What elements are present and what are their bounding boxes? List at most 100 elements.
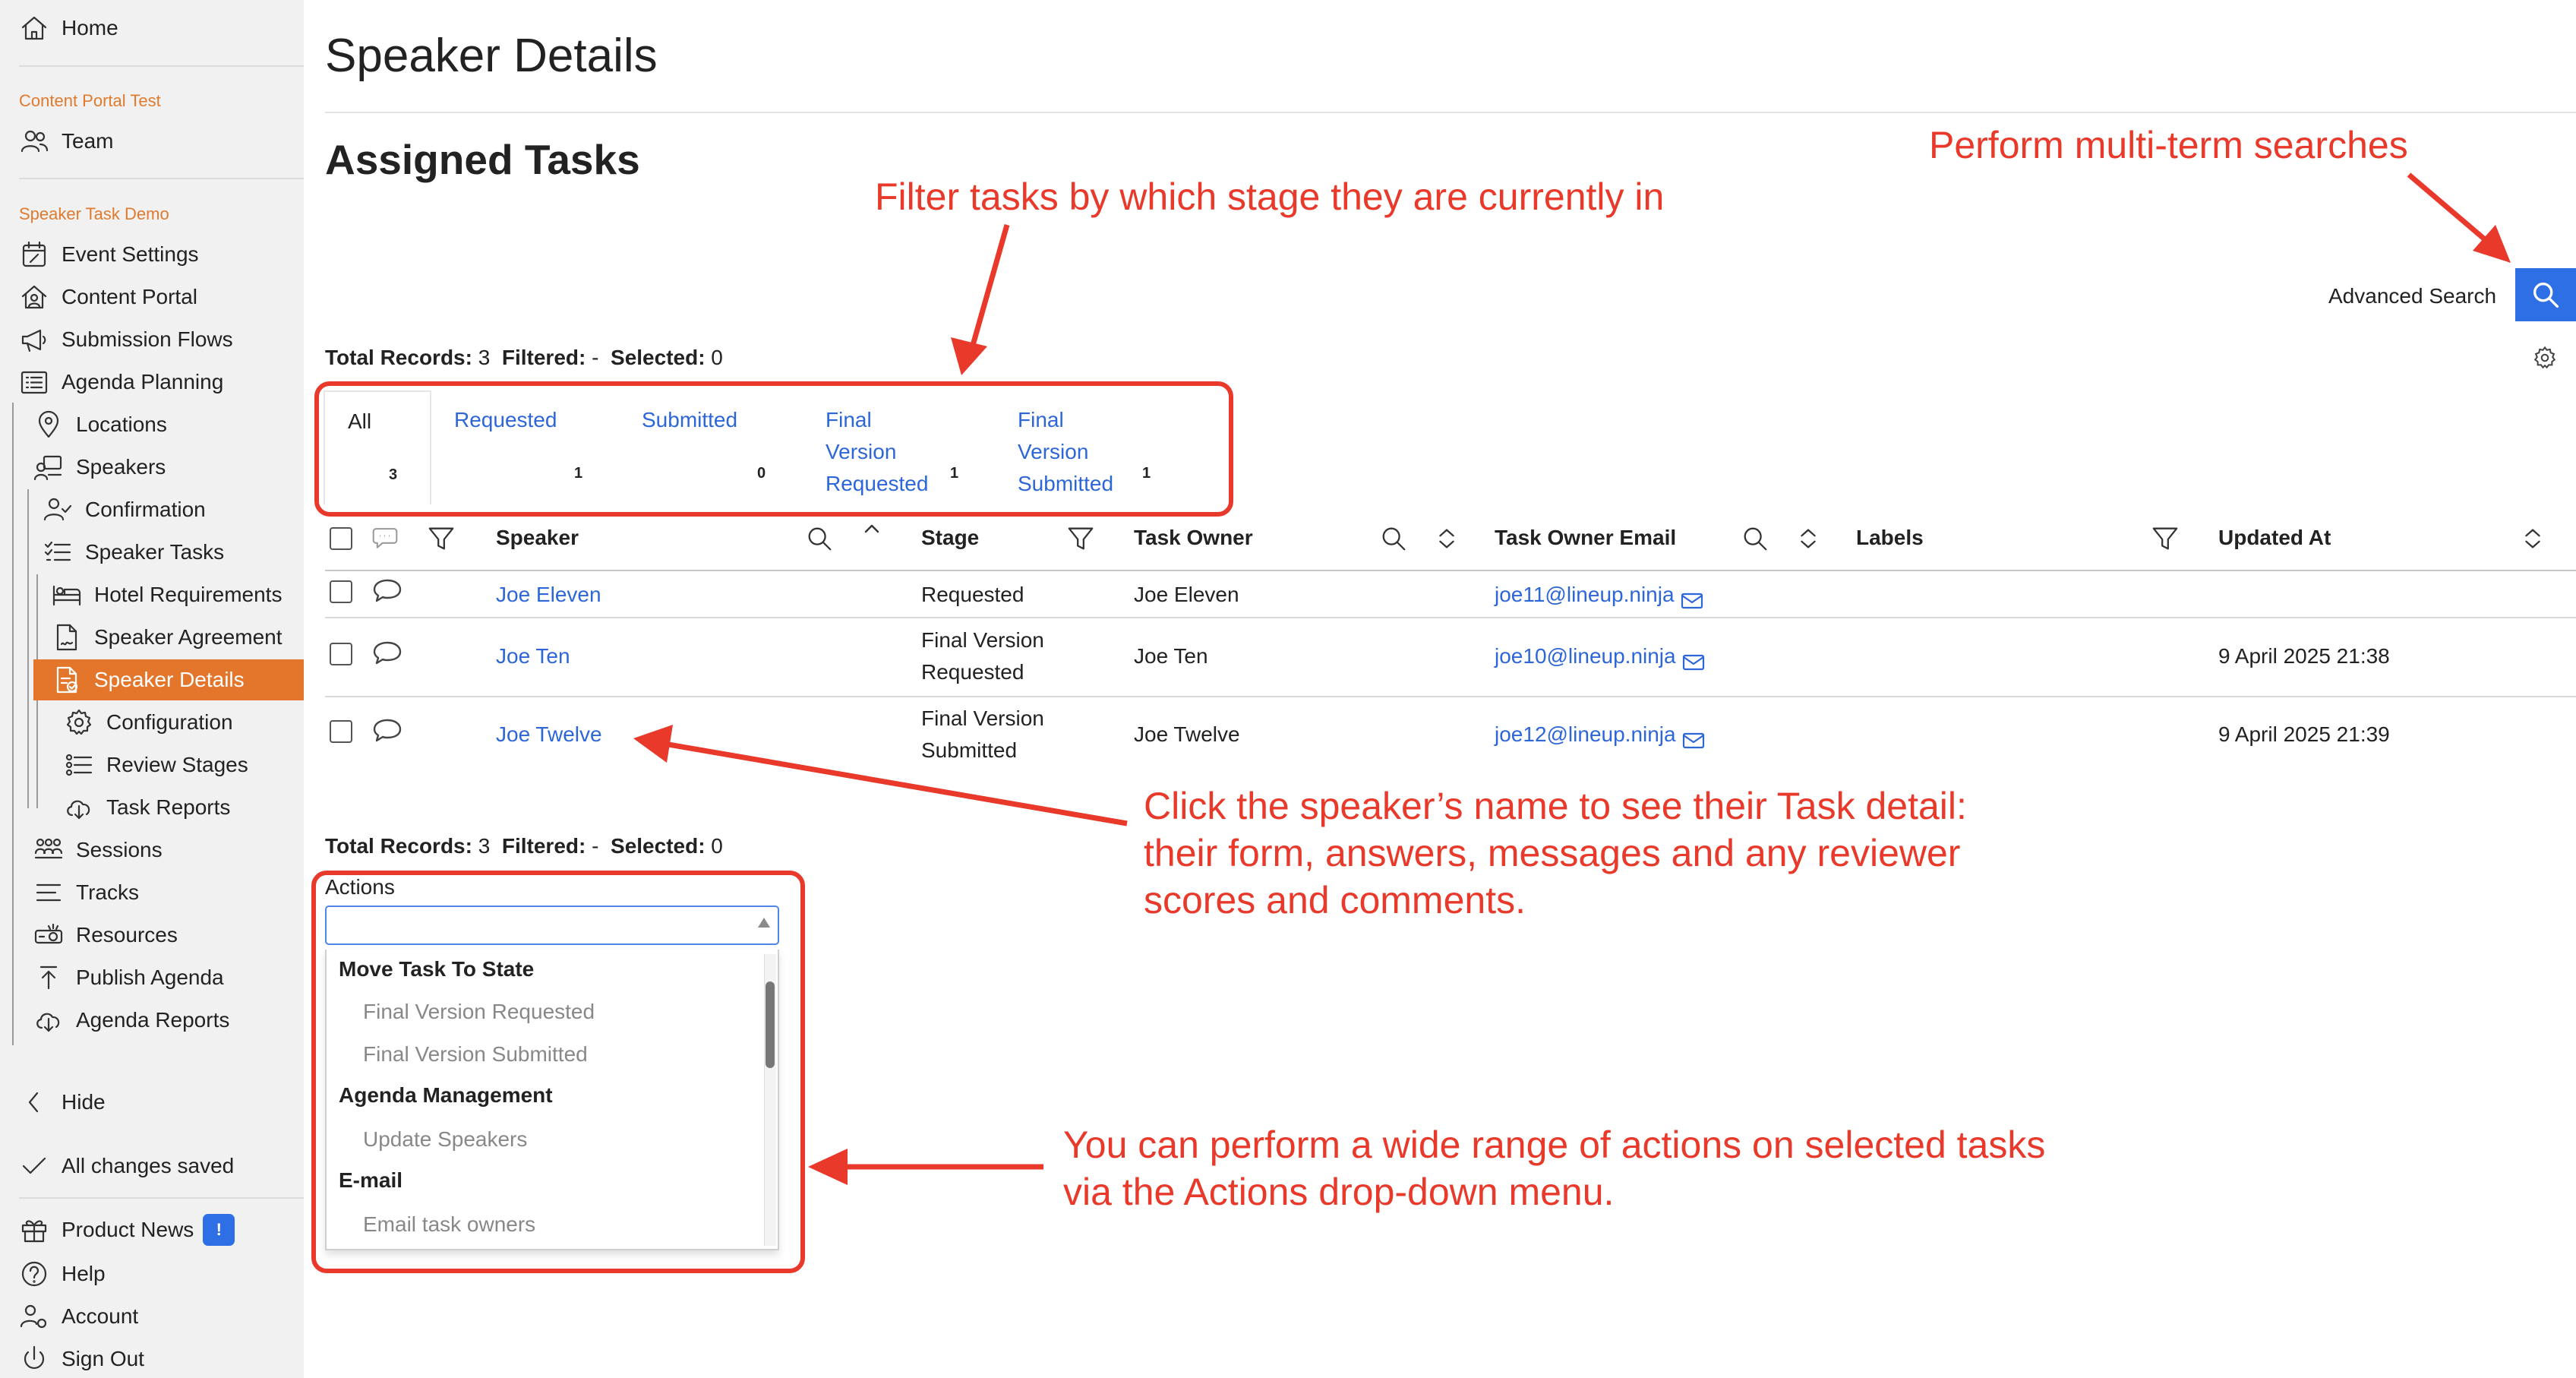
annotation-filter: Filter tasks by which stage they are cur… <box>875 175 1665 218</box>
column-header-task-owner-email[interactable]: Task Owner Email <box>1495 526 1676 550</box>
column-header-labels[interactable]: Labels <box>1856 526 1924 550</box>
projector-icon <box>34 923 63 944</box>
document-check-icon <box>56 666 78 694</box>
sort-icon[interactable] <box>1797 524 1820 553</box>
sidebar-item-resources[interactable]: Resources <box>33 915 178 956</box>
sidebar-item-product-news[interactable]: Product News ! <box>19 1209 235 1250</box>
sidebar-item-task-reports[interactable]: Task Reports <box>64 787 230 828</box>
sidebar-item-label: Locations <box>76 412 167 436</box>
column-header-stage[interactable]: Stage <box>921 526 979 550</box>
row-checkbox[interactable] <box>330 643 352 665</box>
task-owner-email-link[interactable]: joe10@lineup.ninja <box>1495 640 1705 672</box>
sidebar-item-content-portal[interactable]: Content Portal <box>19 277 197 318</box>
task-list-icon <box>44 541 71 561</box>
sidebar-item-tracks[interactable]: Tracks <box>33 872 139 913</box>
sidebar-item-event-settings[interactable]: Event Settings <box>19 234 199 275</box>
updated-at-cell: 9 April 2025 21:39 <box>2218 722 2390 746</box>
sidebar-item-account[interactable]: Account <box>19 1296 138 1337</box>
sidebar-item-hotel-requirements[interactable]: Hotel Requirements <box>52 574 282 615</box>
sidebar-item-speaker-details[interactable]: Speaker Details <box>33 659 304 700</box>
header-row-divider <box>325 570 2576 571</box>
page-title: Speaker Details <box>325 30 658 82</box>
task-owner-email-link[interactable]: joe12@lineup.ninja <box>1495 719 1705 751</box>
annotation-search: Perform multi-term searches <box>1929 124 2408 166</box>
sidebar-item-speakers[interactable]: Speakers <box>33 447 166 488</box>
notification-badge: ! <box>203 1214 235 1246</box>
bars-icon <box>36 883 62 902</box>
list-icon <box>21 371 48 394</box>
sidebar-item-home[interactable]: Home <box>19 8 118 49</box>
message-icon[interactable] <box>372 640 402 667</box>
sidebar-item-label: Resources <box>76 923 178 947</box>
sidebar-divider <box>19 178 304 179</box>
advanced-search-button[interactable] <box>2515 268 2576 321</box>
sidebar-item-label: Publish Agenda <box>76 966 224 989</box>
sidebar-item-label: Product News <box>62 1218 194 1241</box>
search-icon <box>2533 283 2559 308</box>
house-user-icon <box>21 285 47 309</box>
sidebar-item-review-stages[interactable]: Review Stages <box>64 744 248 785</box>
sidebar-item-agenda-planning[interactable]: Agenda Planning <box>19 362 223 403</box>
task-owner-email-link[interactable]: joe11@lineup.ninja <box>1495 579 1703 611</box>
sort-icon[interactable] <box>1435 524 1458 553</box>
speaker-name-link[interactable]: Joe Twelve <box>496 719 602 751</box>
select-all-checkbox[interactable] <box>330 527 352 550</box>
sidebar-item-speaker-agreement[interactable]: Speaker Agreement <box>52 617 283 658</box>
row-checkbox[interactable] <box>330 720 352 743</box>
message-icon[interactable] <box>372 577 402 605</box>
sidebar-item-configuration[interactable]: Configuration <box>64 702 233 743</box>
filter-icon[interactable] <box>1066 524 1095 553</box>
gear-icon <box>2533 346 2556 369</box>
sort-ascending-icon[interactable] <box>861 521 882 536</box>
sidebar-item-submission-flows[interactable]: Submission Flows <box>19 319 233 360</box>
column-header-speaker[interactable]: Speaker <box>496 526 579 550</box>
sidebar-item-label: Speaker Agreement <box>94 625 283 649</box>
sidebar-section-title: Content Portal Test <box>19 91 161 110</box>
sidebar-item-sign-out[interactable]: Sign Out <box>19 1338 144 1378</box>
sidebar-item-label: Hotel Requirements <box>94 583 283 606</box>
calendar-edit-icon <box>22 241 46 267</box>
megaphone-icon <box>21 329 46 352</box>
updated-at-cell: 9 April 2025 21:38 <box>2218 644 2390 668</box>
sidebar-item-team[interactable]: Team <box>19 121 113 162</box>
sidebar-item-locations[interactable]: Locations <box>33 404 167 445</box>
sidebar-item-help[interactable]: Help <box>19 1253 106 1294</box>
sidebar-tree-line <box>27 489 29 808</box>
speaker-name-link[interactable]: Joe Eleven <box>496 579 601 611</box>
review-stages-icon <box>65 754 93 776</box>
sort-icon[interactable] <box>2521 524 2544 553</box>
search-icon[interactable] <box>1379 524 1408 553</box>
gear-icon <box>66 709 92 735</box>
sidebar-item-sessions[interactable]: Sessions <box>33 830 163 871</box>
filter-icon[interactable] <box>2151 524 2180 553</box>
sidebar-item-label: Speaker Tasks <box>85 540 225 564</box>
advanced-search-label[interactable]: Advanced Search <box>2328 284 2496 308</box>
sidebar-item-label: Tracks <box>76 880 139 904</box>
search-icon[interactable] <box>805 524 834 553</box>
task-owner-cell: Joe Eleven <box>1134 583 1239 606</box>
sidebar-hide-button[interactable]: Hide <box>19 1082 106 1123</box>
help-icon <box>21 1261 47 1287</box>
table-settings-button[interactable] <box>2532 345 2558 371</box>
speaker-name-link[interactable]: Joe Ten <box>496 640 570 672</box>
records-summary-bottom: Total Records: 3 Filtered: - Selected: 0 <box>325 834 723 858</box>
publish-icon <box>39 966 58 990</box>
cloud-download-icon <box>36 1013 60 1032</box>
sidebar-item-confirmation[interactable]: Confirmation <box>43 489 206 530</box>
bed-icon <box>52 585 81 606</box>
sidebar-item-publish-agenda[interactable]: Publish Agenda <box>33 957 224 998</box>
user-gear-icon <box>20 1304 47 1329</box>
row-checkbox[interactable] <box>330 580 352 603</box>
filter-icon[interactable] <box>427 524 456 553</box>
task-owner-cell: Joe Ten <box>1134 644 1208 668</box>
search-icon[interactable] <box>1741 524 1769 553</box>
sidebar-item-label: Event Settings <box>62 242 199 266</box>
column-header-task-owner[interactable]: Task Owner <box>1134 526 1253 550</box>
annotation-arrow-search <box>2407 172 2511 263</box>
sidebar-item-agenda-reports[interactable]: Agenda Reports <box>33 1000 229 1041</box>
column-header-updated-at[interactable]: Updated At <box>2218 526 2331 550</box>
sidebar-item-speaker-tasks[interactable]: Speaker Tasks <box>43 532 224 573</box>
message-icon[interactable] <box>372 717 402 744</box>
task-owner-cell: Joe Twelve <box>1134 722 1240 746</box>
records-summary: Total Records: 3 Filtered: - Selected: 0 <box>325 346 723 369</box>
